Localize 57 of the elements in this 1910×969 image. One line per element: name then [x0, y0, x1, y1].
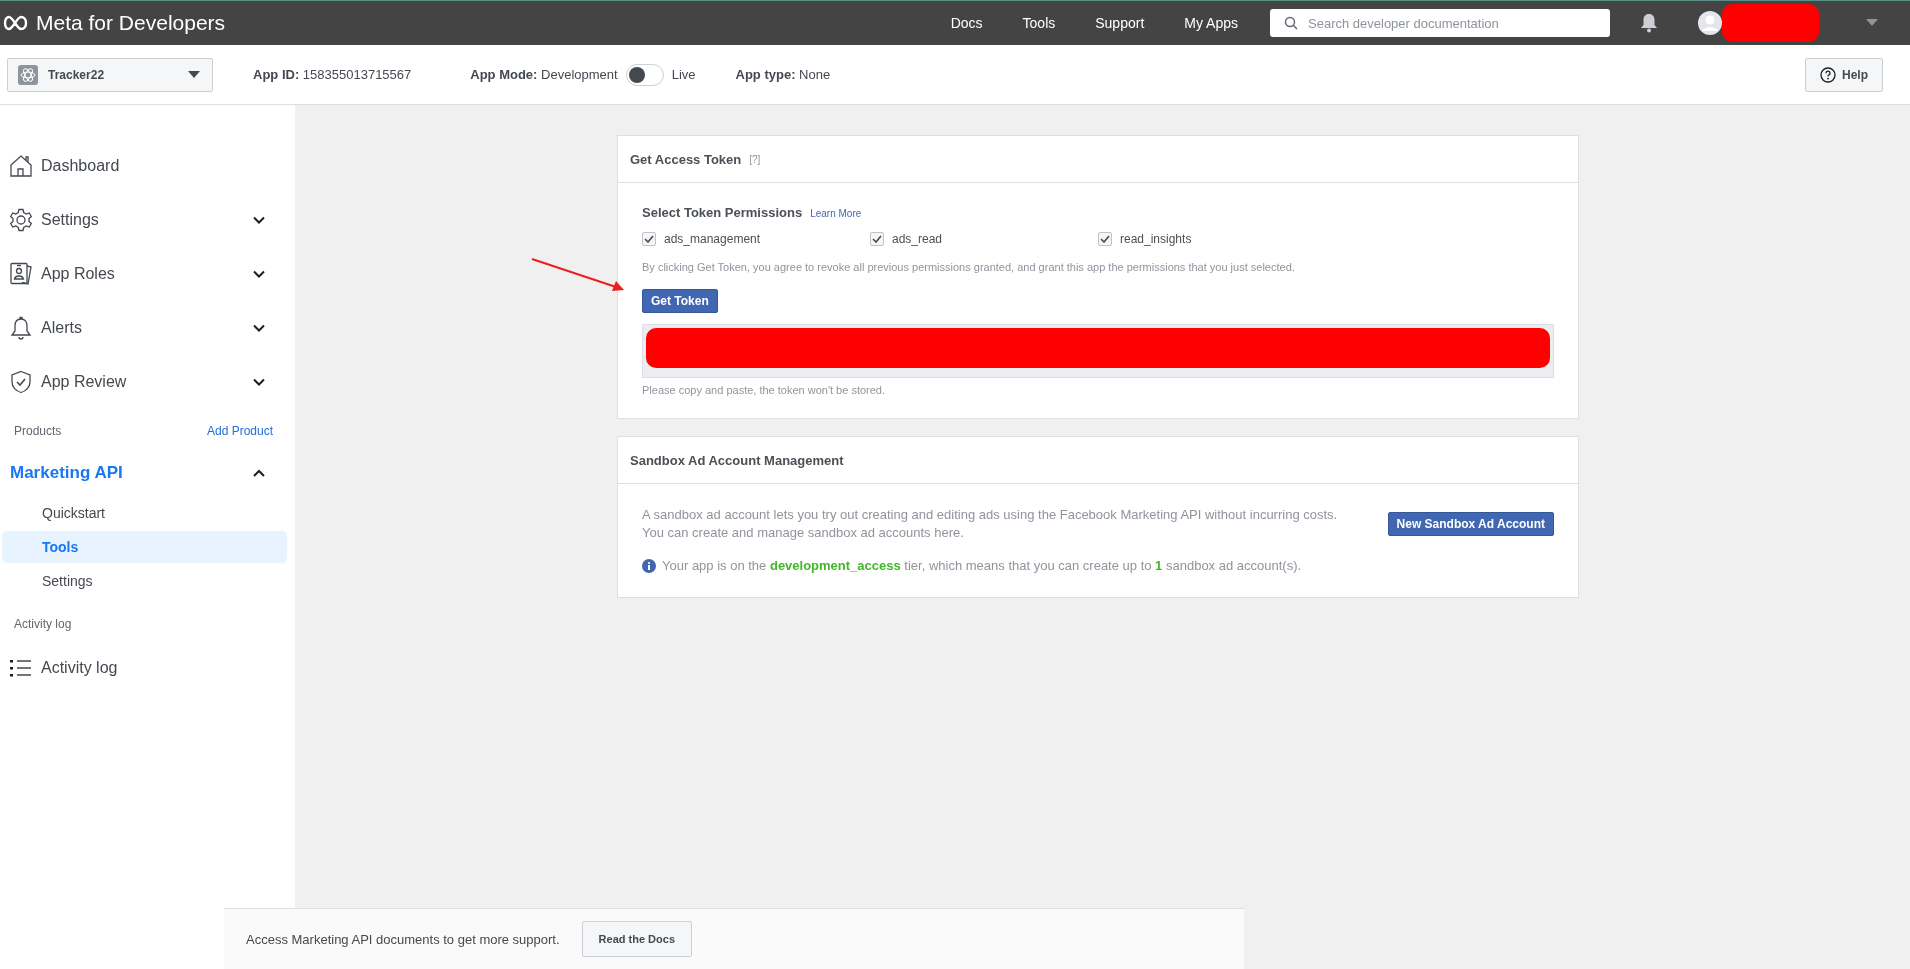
- nav-link[interactable]: Docs: [930, 15, 1003, 31]
- notification-bell-icon[interactable]: [1640, 13, 1658, 33]
- shield-check-icon: [9, 370, 33, 394]
- sidebar-item[interactable]: App Review: [0, 355, 295, 409]
- list-icon: [9, 658, 33, 678]
- bell-icon: [9, 316, 33, 340]
- notice-text: By clicking Get Token, you agree to revoke all previous permissions granted, and grant this app the permissions that you just selected.: [642, 261, 1296, 273]
- sidebar-item[interactable]: Settings: [0, 193, 295, 247]
- new-sandbox-account-button[interactable]: New Sandbox Ad Account: [1387, 512, 1554, 536]
- description-text: A sandbox ad account lets you try out creating and editing ads using the Facebook Marketing API without incurring costs. You can create and manage sandbox ad accounts here.: [642, 506, 1339, 542]
- logo-text: Meta for Developers: [36, 11, 226, 35]
- product-header[interactable]: Marketing API: [0, 449, 295, 497]
- app-selector[interactable]: Tracker22: [7, 57, 213, 92]
- app-type-text: App type: None: [735, 67, 831, 82]
- app-mode-text: App Mode: Development: [470, 67, 618, 82]
- section-label: Activity log: [13, 616, 73, 633]
- add-product-link[interactable]: Add Product: [206, 424, 273, 438]
- sidebar-item[interactable]: Dashboard: [0, 139, 295, 193]
- live-label: Live: [671, 67, 696, 82]
- nav-link[interactable]: My Apps: [1164, 15, 1258, 31]
- permission-checkbox[interactable]: read_insights: [1098, 232, 1326, 246]
- nav-link[interactable]: Support: [1075, 15, 1165, 31]
- learn-more-link[interactable]: Learn More: [810, 208, 862, 219]
- settings-icon: [9, 208, 33, 232]
- sidebar-item[interactable]: App Roles: [0, 247, 295, 301]
- avatar-icon[interactable]: [1698, 11, 1722, 35]
- sidebar-item[interactable]: Alerts: [0, 301, 295, 355]
- hint-text: Please copy and paste, the token won't be stored.: [642, 384, 887, 396]
- section-title: Select Token Permissions: [642, 205, 803, 220]
- caret-icon[interactable]: [1866, 19, 1878, 27]
- atom-icon: [18, 64, 38, 85]
- read-docs-button[interactable]: Read the Docs: [581, 921, 692, 957]
- search-field[interactable]: Search developer documentation: [1270, 9, 1610, 37]
- card-title: Sandbox Ad Account Management: [630, 452, 844, 468]
- permission-checkbox[interactable]: ads_management: [642, 232, 870, 246]
- home-icon: [9, 154, 33, 178]
- get-token-button[interactable]: Get Token: [642, 289, 718, 313]
- token-field[interactable]: [642, 324, 1554, 378]
- app-id-text: App ID: 158355013715567: [253, 67, 412, 82]
- logo[interactable]: Meta for Developers: [2, 11, 226, 35]
- card-title: Get Access Token: [630, 151, 742, 167]
- sidebar-subitem[interactable]: Tools: [2, 531, 287, 563]
- search-icon: [1284, 16, 1298, 30]
- sidebar-item[interactable]: Activity log: [0, 641, 295, 695]
- nav-link[interactable]: Tools: [1002, 15, 1076, 31]
- section-label: Products: [14, 424, 62, 438]
- tier-info-text: Your app is on the development_access tier, which means that you can create up to 1 sandbox ad account(s).: [662, 558, 1302, 573]
- caret-icon: [188, 70, 200, 79]
- permission-checkbox[interactable]: ads_read: [870, 232, 1098, 246]
- help-icon: [1820, 66, 1836, 83]
- info-icon: [642, 558, 656, 573]
- live-mode-toggle[interactable]: [625, 63, 664, 86]
- sidebar-subitem[interactable]: Quickstart: [2, 497, 287, 529]
- sidebar-subitem[interactable]: Settings: [2, 565, 287, 597]
- id-card-icon: [9, 262, 33, 286]
- footer-text: Access Marketing API documents to get more support.: [246, 931, 560, 947]
- help-button[interactable]: Help: [1805, 57, 1883, 92]
